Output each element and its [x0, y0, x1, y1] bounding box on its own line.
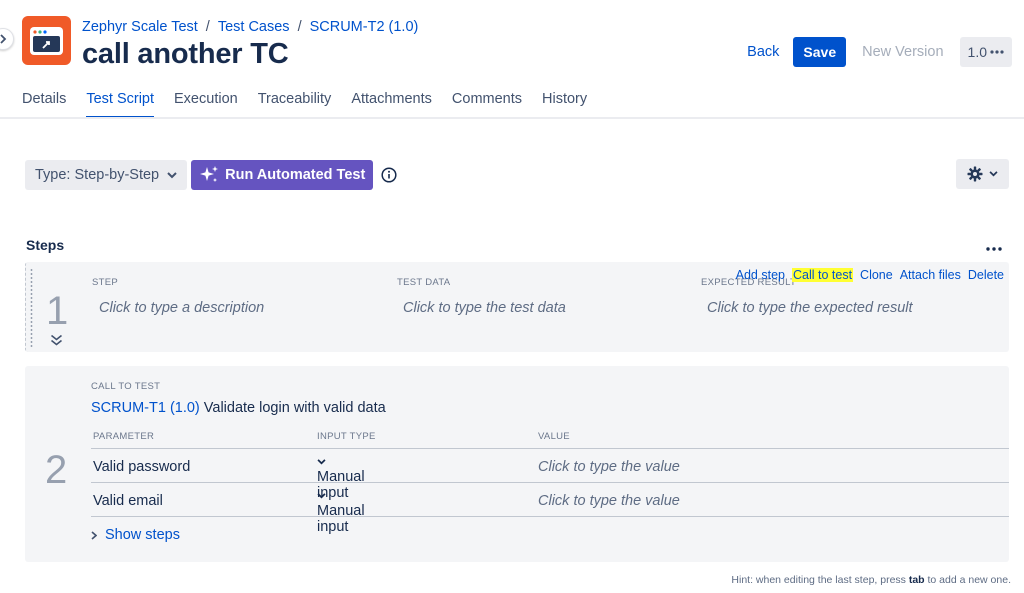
step-row: 1 STEP TEST DATA EXPECTED RESULT Click t… [25, 262, 1009, 352]
call-to-test-label: CALL TO TEST [91, 381, 161, 392]
tab-bar: Details Test Script Execution Traceabili… [22, 82, 587, 118]
delete-step-link[interactable]: Delete [968, 268, 1004, 282]
clone-step-link[interactable]: Clone [860, 268, 893, 282]
tab-details[interactable]: Details [22, 82, 66, 118]
test-data-column-label: TEST DATA [397, 277, 451, 288]
expected-result-field[interactable]: Click to type the expected result [707, 300, 913, 316]
version-label: 1.0 [967, 44, 987, 60]
table-row: Valid password Manual input Click to typ… [91, 449, 1009, 501]
tab-traceability[interactable]: Traceability [258, 82, 332, 118]
tab-history[interactable]: History [542, 82, 587, 118]
parameter-column-header: PARAMETER [93, 431, 155, 442]
breadcrumb-project-link[interactable]: Zephyr Scale Test [82, 19, 198, 35]
double-chevron-down-icon [51, 334, 62, 346]
parameter-value-field[interactable]: Click to type the value [538, 493, 680, 509]
step-number: 2 [45, 448, 68, 492]
parameter-name: Valid email [93, 493, 163, 509]
steps-more-menu[interactable] [986, 238, 1002, 256]
value-column-header: VALUE [538, 431, 570, 442]
app-window-icon [30, 26, 63, 55]
attach-files-link[interactable]: Attach files [900, 268, 961, 282]
keyboard-hint: Hint: when editing the last step, press … [731, 574, 1011, 586]
called-test-title: SCRUM-T1 (1.0) Validate login with valid… [91, 400, 386, 416]
script-type-label: Type: Step-by-Step [35, 167, 160, 183]
run-automated-test-button[interactable]: Run Automated Test [191, 160, 374, 190]
save-button[interactable]: Save [793, 37, 847, 67]
run-automated-test-label: Run Automated Test [225, 167, 366, 183]
parameter-name: Valid password [93, 459, 191, 475]
chevron-down-icon [989, 171, 998, 177]
tab-test-script[interactable]: Test Script [86, 82, 155, 118]
tab-attachments[interactable]: Attachments [351, 82, 432, 118]
more-horizontal-icon [990, 50, 1004, 54]
parameters-table: PARAMETER INPUT TYPE VALUE Valid passwor… [91, 429, 1009, 535]
zephyr-app-logo [22, 16, 71, 65]
table-row: Valid email Manual input Click to type t… [91, 483, 1009, 535]
call-to-test-step: 2 CALL TO TEST SCRUM-T1 (1.0) Validate l… [25, 366, 1009, 562]
script-type-select[interactable]: Type: Step-by-Step [25, 160, 188, 190]
breadcrumb-test-cases-link[interactable]: Test Cases [218, 19, 290, 35]
table-header: PARAMETER INPUT TYPE VALUE [91, 429, 1009, 449]
chevron-right-icon [0, 34, 7, 44]
step-column-label: STEP [92, 277, 119, 288]
new-version-button[interactable]: New Version [854, 44, 951, 60]
sidebar-expand-button[interactable] [0, 28, 14, 50]
step-actions: Add step Call to test Clone Attach files… [736, 268, 1004, 282]
test-data-field[interactable]: Click to type the test data [403, 300, 566, 316]
hint-key: tab [908, 574, 925, 586]
show-steps-label: Show steps [105, 527, 180, 543]
gear-icon [967, 166, 983, 182]
tab-comments[interactable]: Comments [452, 82, 522, 118]
page-title: call another TC [82, 38, 289, 70]
tab-execution[interactable]: Execution [174, 82, 238, 118]
step-description-field[interactable]: Click to type a description [99, 300, 264, 316]
hint-text-end: to add a new one. [924, 574, 1012, 586]
input-type-select[interactable]: Manual input [317, 459, 365, 501]
more-horizontal-icon [986, 247, 1002, 251]
called-test-link[interactable]: SCRUM-T1 (1.0) [91, 400, 200, 416]
sparkle-icon [200, 166, 219, 182]
add-step-link[interactable]: Add step [736, 268, 785, 282]
called-test-name: Validate login with valid data [203, 400, 386, 416]
chevron-down-icon [167, 171, 177, 178]
breadcrumb-separator: / [205, 19, 210, 35]
call-to-test-link[interactable]: Call to test [791, 268, 854, 282]
drag-handle[interactable] [29, 268, 34, 348]
tab-divider [0, 117, 1024, 119]
step-number: 1 [46, 289, 69, 333]
info-icon[interactable] [381, 167, 397, 183]
back-button[interactable]: Back [741, 44, 785, 60]
version-menu-button[interactable]: 1.0 [959, 37, 1012, 67]
chevron-right-icon [91, 530, 97, 540]
settings-menu-button[interactable] [956, 159, 1009, 189]
hint-text: Hint: when editing the last step, press [731, 574, 909, 586]
breadcrumb: Zephyr Scale Test / Test Cases / SCRUM-T… [82, 19, 418, 35]
breadcrumb-item-link[interactable]: SCRUM-T2 (1.0) [310, 19, 419, 35]
chevron-down-icon [317, 493, 326, 499]
input-type-column-header: INPUT TYPE [317, 431, 376, 442]
chevron-down-icon [317, 459, 326, 465]
breadcrumb-separator: / [297, 19, 302, 35]
steps-heading: Steps [26, 237, 65, 253]
input-type-value: Manual input [317, 503, 365, 535]
input-type-select[interactable]: Manual input [317, 493, 365, 535]
collapse-step-button[interactable] [50, 333, 63, 351]
parameter-value-field[interactable]: Click to type the value [538, 459, 680, 475]
header-actions: Back Save New Version 1.0 [741, 37, 1012, 67]
show-steps-toggle[interactable]: Show steps [91, 527, 180, 543]
script-toolbar: Type: Step-by-Step Run Automated Test [25, 160, 397, 190]
